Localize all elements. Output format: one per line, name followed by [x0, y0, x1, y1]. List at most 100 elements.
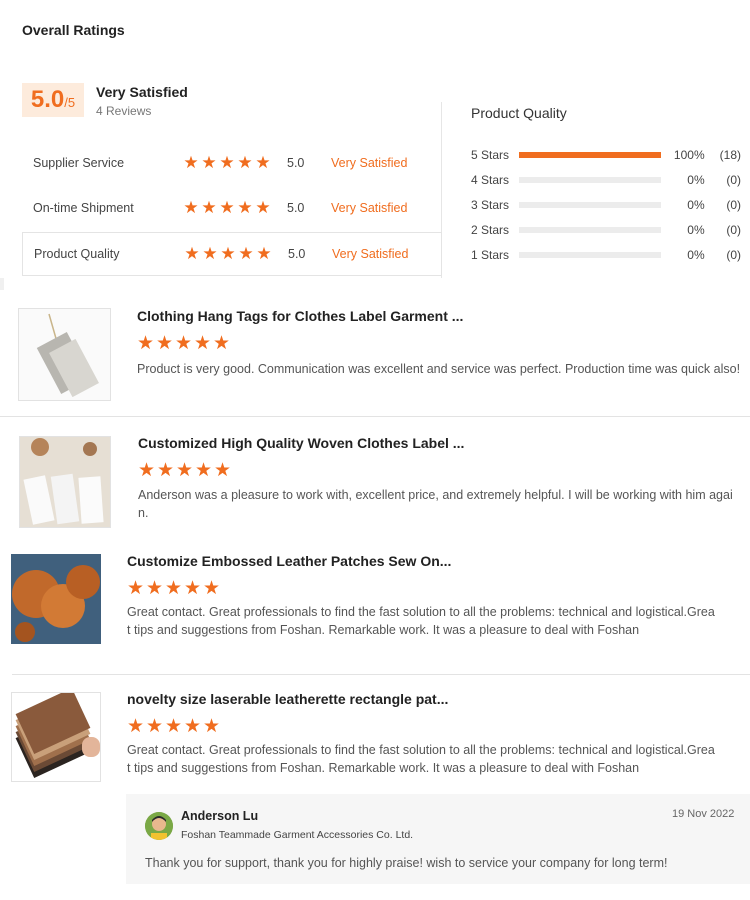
rating-row-score: 5.0 — [287, 156, 305, 170]
rating-row-desc: Very Satisfied — [332, 247, 409, 261]
star-bar-percent: 0% — [687, 198, 705, 212]
rating-row-product-quality[interactable]: Product Quality ★ ★ ★ ★ ★ 5.0 Very Satisfied — [22, 232, 442, 276]
star-icon: ★ — [201, 153, 217, 172]
star-icon: ★ — [219, 153, 235, 172]
review-product-title[interactable]: Customized High Quality Woven Clothes La… — [138, 435, 464, 451]
review-product-title[interactable]: Customize Embossed Leather Patches Sew O… — [127, 553, 451, 569]
rating-row-supplier-service: Supplier Service ★ ★ ★ ★ ★ 5.0 Very Satisfie… — [22, 142, 442, 184]
reply-text: Thank you for support, thank you for hig… — [145, 856, 668, 870]
star-bar-track — [518, 177, 661, 183]
review-product-title[interactable]: novelty size laserable leatherette recta… — [127, 691, 448, 707]
star-icon: ★ — [137, 333, 155, 354]
reply-company: Foshan Teammade Garment Accessories Co. … — [181, 829, 414, 841]
review-product-image[interactable] — [11, 692, 101, 782]
star-bar-row[interactable]: 1 Stars 0% (0) — [471, 245, 741, 265]
star-icon: ★ — [157, 460, 175, 481]
star-icon: ★ — [203, 716, 221, 737]
overall-score-suffix: /5 — [64, 95, 76, 110]
star-bar-label: 1 Stars — [471, 248, 510, 262]
rating-row-label: Supplier Service — [33, 156, 125, 170]
leatherette-samples-image — [12, 693, 100, 781]
star-bar-row[interactable]: 4 Stars 0% (0) — [471, 170, 741, 190]
star-icon: ★ — [203, 578, 221, 599]
rating-stars: ★ ★ ★ ★ ★ — [183, 198, 271, 217]
star-icon: ★ — [255, 198, 271, 217]
star-icon: ★ — [165, 716, 183, 737]
overall-satisfaction: Very Satisfied — [96, 84, 188, 100]
star-icon: ★ — [127, 578, 145, 599]
star-bar-row[interactable]: 2 Stars 0% (0) — [471, 220, 741, 240]
star-icon: ★ — [184, 716, 202, 737]
reviews-count: 4 Reviews — [96, 104, 152, 118]
star-bar-row[interactable]: 5 Stars 100% (18) — [471, 145, 741, 165]
star-bar-label: 4 Stars — [471, 173, 510, 187]
review-text: Great contact. Great professionals to fi… — [127, 743, 715, 775]
star-icon: ★ — [183, 198, 199, 217]
star-icon: ★ — [213, 333, 231, 354]
review-text: Product is very good. Communication was … — [137, 362, 741, 376]
hang-tag-image — [36, 313, 99, 398]
review-text: Anderson was a pleasure to work with, ex… — [138, 488, 733, 520]
star-bar-fill — [518, 152, 661, 158]
star-bar-track — [518, 227, 661, 233]
star-bar-label: 2 Stars — [471, 223, 510, 237]
star-icon: ★ — [237, 198, 253, 217]
star-bar-percent: 0% — [687, 223, 705, 237]
star-bar-label: 5 Stars — [471, 148, 510, 162]
overall-ratings-title: Overall Ratings — [22, 22, 125, 38]
section-edge — [0, 278, 4, 290]
overall-score-badge: 5.0 /5 — [22, 83, 84, 117]
overall-score: 5.0 — [30, 86, 65, 113]
star-icon: ★ — [146, 716, 164, 737]
star-bar-count: (0) — [726, 223, 742, 237]
star-bar-track — [518, 152, 661, 158]
star-bar-percent: 0% — [687, 173, 705, 187]
star-bar-count: (18) — [719, 148, 742, 162]
star-icon: ★ — [238, 244, 254, 263]
product-quality-title: Product Quality — [471, 105, 567, 121]
star-icon: ★ — [184, 244, 200, 263]
star-icon: ★ — [256, 244, 272, 263]
star-bar-percent: 100% — [673, 148, 705, 162]
review-product-image[interactable] — [18, 308, 111, 401]
star-bar-label: 3 Stars — [471, 198, 510, 212]
star-icon: ★ — [220, 244, 236, 263]
rating-row-on-time-shipment: On-time Shipment ★ ★ ★ ★ ★ 5.0 Very Satisfie… — [22, 187, 442, 229]
avatar-icon — [145, 812, 173, 840]
star-icon: ★ — [184, 578, 202, 599]
review-text: Great contact. Great professionals to fi… — [127, 605, 715, 637]
star-icon: ★ — [175, 333, 193, 354]
star-icon: ★ — [237, 153, 253, 172]
avatar — [145, 812, 173, 840]
rating-row-desc: Very Satisfied — [331, 156, 408, 170]
star-icon: ★ — [214, 460, 232, 481]
star-bar-count: (0) — [726, 173, 742, 187]
review-stars: ★ ★ ★ ★ ★ — [127, 578, 221, 599]
star-bar-row[interactable]: 3 Stars 0% (0) — [471, 195, 741, 215]
rating-stars: ★ ★ ★ ★ ★ — [183, 153, 271, 172]
star-icon: ★ — [219, 198, 235, 217]
review-product-image[interactable] — [11, 554, 101, 644]
star-icon: ★ — [255, 153, 271, 172]
star-icon: ★ — [146, 578, 164, 599]
star-icon: ★ — [183, 153, 199, 172]
rating-row-score: 5.0 — [288, 247, 306, 261]
star-icon: ★ — [202, 244, 218, 263]
star-icon: ★ — [194, 333, 212, 354]
rating-row-desc: Very Satisfied — [331, 201, 408, 215]
rating-row-label: On-time Shipment — [33, 201, 134, 215]
review-stars: ★ ★ ★ ★ ★ — [138, 460, 232, 481]
leather-patch-image — [11, 554, 101, 644]
star-icon: ★ — [127, 716, 145, 737]
star-bar-count: (0) — [726, 248, 742, 262]
review-product-image[interactable] — [19, 436, 111, 528]
star-icon: ★ — [195, 460, 213, 481]
star-icon: ★ — [201, 198, 217, 217]
review-stars: ★ ★ ★ ★ ★ — [127, 716, 221, 737]
review-product-title[interactable]: Clothing Hang Tags for Clothes Label Gar… — [137, 308, 463, 324]
review-divider — [12, 674, 750, 675]
star-bar-track — [518, 202, 661, 208]
review-divider — [0, 416, 750, 417]
reply-author-name: Anderson Lu — [181, 809, 259, 823]
reply-date: 19 Nov 2022 — [672, 808, 735, 820]
